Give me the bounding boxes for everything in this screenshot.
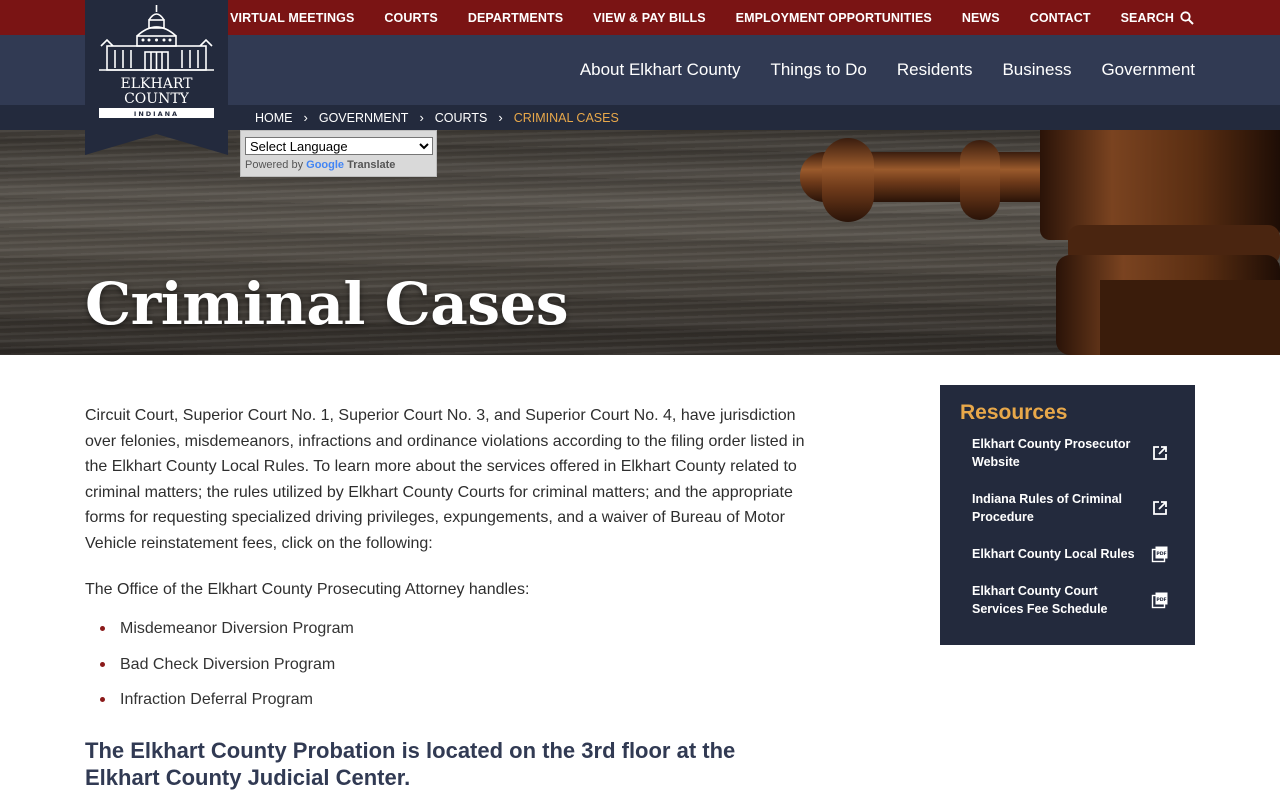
resource-label: Indiana Rules of Criminal Procedure bbox=[972, 492, 1123, 524]
external-link-icon bbox=[1153, 446, 1167, 460]
logo-line-3: INDIANA bbox=[134, 110, 179, 118]
search-button[interactable]: SEARCH bbox=[1121, 11, 1194, 25]
utility-link-news[interactable]: NEWS bbox=[962, 11, 1000, 25]
utility-link-contact[interactable]: CONTACT bbox=[1030, 11, 1091, 25]
bullet-icon bbox=[100, 697, 105, 703]
breadcrumb-home[interactable]: HOME bbox=[255, 111, 293, 125]
utility-link-courts[interactable]: COURTS bbox=[384, 11, 437, 25]
search-icon bbox=[1180, 10, 1194, 25]
resources-panel: Resources Elkhart County Prosecutor Webs… bbox=[940, 385, 1195, 645]
powered-by-label: Powered by bbox=[245, 159, 304, 171]
resource-label: Elkhart County Prosecutor Website bbox=[972, 437, 1131, 469]
utility-nav: VIRTUAL MEETINGS COURTS DEPARTMENTS VIEW… bbox=[200, 0, 1194, 35]
translate-link[interactable]: Translate bbox=[347, 159, 395, 171]
hero-banner: Criminal Cases bbox=[0, 130, 1280, 355]
resource-link-fee-schedule[interactable]: Elkhart County Court Services Fee Schedu… bbox=[960, 582, 1175, 618]
utility-link-departments[interactable]: DEPARTMENTS bbox=[468, 11, 563, 25]
list-item: Misdemeanor Diversion Program bbox=[85, 620, 815, 656]
site-logo[interactable]: ELKHART COUNTY INDIANA bbox=[85, 0, 228, 155]
breadcrumb: HOME › GOVERNMENT › COURTS › CRIMINAL CA… bbox=[255, 105, 619, 130]
search-label: SEARCH bbox=[1120, 10, 1174, 25]
list-item: Infraction Deferral Program bbox=[85, 691, 815, 727]
breadcrumb-government[interactable]: GOVERNMENT bbox=[319, 111, 409, 125]
utility-link-employment[interactable]: EMPLOYMENT OPPORTUNITIES bbox=[736, 11, 932, 25]
utility-link-virtual-meetings[interactable]: VIRTUAL MEETINGS bbox=[230, 11, 354, 25]
nav-about[interactable]: About Elkhart County bbox=[580, 60, 741, 80]
list-item: Bad Check Diversion Program bbox=[85, 656, 815, 692]
resource-link-criminal-procedure[interactable]: Indiana Rules of Criminal Procedure bbox=[960, 490, 1175, 526]
resource-label: Elkhart County Local Rules bbox=[972, 547, 1135, 561]
bullet-icon bbox=[100, 626, 105, 632]
prosecutor-paragraph: The Office of the Elkhart County Prosecu… bbox=[85, 580, 530, 598]
main-nav: About Elkhart County Things to Do Reside… bbox=[550, 35, 1195, 105]
svg-text:PDF: PDF bbox=[1156, 597, 1166, 603]
nav-government[interactable]: Government bbox=[1101, 60, 1195, 80]
utility-link-view-pay-bills[interactable]: VIEW & PAY BILLS bbox=[593, 11, 706, 25]
resource-link-local-rules[interactable]: Elkhart County Local Rules PDF bbox=[960, 545, 1175, 563]
google-logo[interactable]: Google bbox=[306, 159, 344, 171]
pdf-icon: PDF bbox=[1151, 592, 1168, 609]
pdf-icon: PDF bbox=[1151, 546, 1168, 563]
svg-text:PDF: PDF bbox=[1156, 551, 1166, 557]
gavel-image bbox=[800, 130, 1280, 355]
chevron-right-icon: › bbox=[419, 110, 424, 125]
chevron-right-icon: › bbox=[303, 110, 308, 125]
external-link-icon bbox=[1153, 501, 1167, 515]
probation-heading: The Elkhart County Probation is located … bbox=[85, 737, 736, 790]
nav-things-to-do[interactable]: Things to Do bbox=[770, 60, 866, 80]
nav-residents[interactable]: Residents bbox=[897, 60, 973, 80]
powered-by-google: Powered by Google Translate bbox=[245, 159, 432, 171]
resource-label: Elkhart County Court Services Fee Schedu… bbox=[972, 584, 1108, 616]
language-select[interactable]: Select Language bbox=[245, 137, 433, 155]
resource-link-prosecutor[interactable]: Elkhart County Prosecutor Website bbox=[960, 435, 1175, 471]
programs-list: Misdemeanor Diversion Program Bad Check … bbox=[85, 620, 815, 727]
page-title: Criminal Cases bbox=[85, 270, 569, 338]
logo-line-2: COUNTY bbox=[124, 91, 190, 107]
nav-business[interactable]: Business bbox=[1002, 60, 1071, 80]
breadcrumb-current: CRIMINAL CASES bbox=[513, 110, 619, 125]
translate-widget: Select Language Powered by Google Transl… bbox=[240, 130, 437, 177]
logo-line-1: ELKHART bbox=[121, 76, 194, 92]
intro-paragraph: Circuit Court, Superior Court No. 1, Sup… bbox=[85, 407, 805, 552]
resources-title: Resources bbox=[960, 401, 1068, 424]
breadcrumb-courts[interactable]: COURTS bbox=[435, 111, 488, 125]
bullet-icon bbox=[100, 661, 105, 667]
chevron-right-icon: › bbox=[498, 110, 503, 125]
main-content: Circuit Court, Superior Court No. 1, Sup… bbox=[85, 403, 815, 791]
